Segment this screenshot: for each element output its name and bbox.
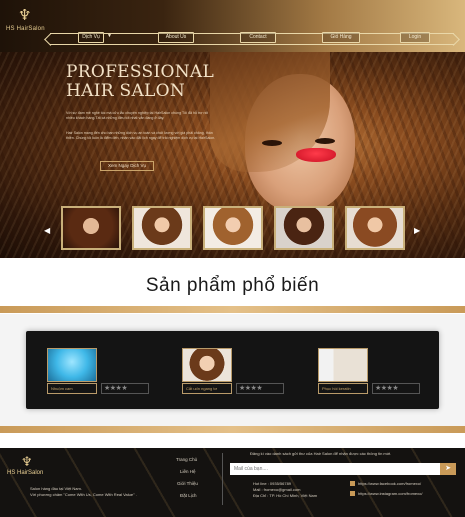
hero-model-lips (296, 148, 336, 162)
footer-logo-text: HS HairSalon (7, 470, 44, 476)
salon-logo-icon: ♆ (18, 6, 32, 24)
product-name: Cắt uốn ngang tơ (182, 383, 232, 394)
facebook-icon (350, 481, 355, 487)
email-input[interactable] (230, 463, 440, 475)
view-services-button[interactable]: Xem Ngay Dịch Vụ (100, 161, 154, 171)
send-icon[interactable]: ➤ (440, 463, 456, 475)
instagram-link[interactable]: https://www.instagram.com/fromexo/ (350, 491, 423, 497)
carousel-thumb-5[interactable] (345, 206, 405, 250)
section-title: Sản phẩm phổ biến (145, 275, 320, 296)
product-image (182, 348, 232, 382)
gold-band-bottom (0, 426, 465, 433)
product-image (47, 348, 97, 382)
carousel-thumb-3[interactable] (203, 206, 263, 250)
facebook-url: https://www.facebook.com/fromexo/ (358, 481, 422, 486)
product-image (318, 348, 368, 382)
hero-paragraph-2: Hair Salon mang đến cho bạn những dịch v… (66, 131, 216, 140)
subscribe-text: Đăng kí vào danh sách gửi thư của Hair S… (250, 451, 392, 456)
product-rating: ★★★★ (101, 383, 149, 394)
hero-paragraph-1: Với sự đam mê nghề tóc mà cửu lắc chuyên… (66, 111, 208, 120)
nav-about-us[interactable]: About Us (158, 32, 194, 43)
carousel-next-icon[interactable]: ▶ (414, 226, 420, 235)
footer-divider (222, 453, 223, 505)
carousel-thumb-1[interactable] (61, 206, 121, 250)
product-card-2[interactable]: Cắt uốn ngang tơ ★★★★ (182, 348, 294, 396)
footer-tagline-1: Salon hàng đầu tại Việt Nam. (30, 486, 82, 491)
product-rating: ★★★★ (236, 383, 284, 394)
carousel-prev-icon[interactable]: ◀ (44, 226, 50, 235)
footer-logo-icon: ♆ (21, 455, 33, 470)
salon-logo[interactable]: ♆ HS HairSalon (6, 6, 46, 40)
carousel-thumb-4[interactable] (274, 206, 334, 250)
footer-link-home[interactable]: Trang Chủ (176, 457, 197, 462)
footer-link-about[interactable]: Giới Thiệu (177, 481, 198, 486)
product-card-1[interactable]: Nhuộm cam ★★★★ (47, 348, 159, 396)
instagram-icon (350, 491, 355, 497)
footer-tagline-2: Với phương châm "Come With Us, Come With… (30, 492, 137, 497)
thumb-image (347, 208, 403, 248)
carousel-thumb-2[interactable] (132, 206, 192, 250)
nav-dich-vu[interactable]: Dịch Vụ (78, 32, 104, 43)
nav-cart[interactable]: Giỏ Hàng (322, 32, 360, 43)
footer-logo[interactable]: ♆ HS HairSalon (7, 455, 43, 476)
thumb-image (63, 208, 119, 248)
facebook-link[interactable]: https://www.facebook.com/fromexo/ (350, 481, 422, 487)
nav-login[interactable]: Login (400, 32, 430, 43)
hero-title: PROFESSIONAL HAIR SALON (66, 63, 246, 101)
hero-title-line2: HAIR SALON (66, 81, 186, 101)
product-card-3[interactable]: Phục hồi keratin ★★★★ (318, 348, 430, 396)
product-name: Phục hồi keratin (318, 383, 368, 394)
product-rating: ★★★★ (372, 383, 420, 394)
hero-title-line1: PROFESSIONAL (66, 62, 215, 82)
footer-hotline: Hot line : 0935/56789 (253, 481, 292, 486)
site-header: ♆ HS HairSalon Dịch Vụ ▼ About Us Contac… (0, 0, 465, 52)
footer-address: Địa Chỉ : TP. Hồ Chí Minh, Việt Nam (253, 493, 318, 498)
nav-contact[interactable]: Contact (240, 32, 276, 43)
thumb-image (134, 208, 190, 248)
gold-band-top (0, 306, 465, 313)
thumb-image (276, 208, 332, 248)
hero-eye-left (262, 140, 282, 146)
footer-link-contact[interactable]: Liên Hệ (180, 469, 196, 474)
logo-text: HS HairSalon (6, 26, 45, 32)
chevron-down-icon[interactable]: ▼ (107, 33, 112, 39)
hero-eye-right (315, 138, 335, 144)
footer-link-booking[interactable]: Đặt Lịch (180, 493, 197, 498)
product-name: Nhuộm cam (47, 383, 97, 394)
instagram-url: https://www.instagram.com/fromexo/ (358, 491, 423, 496)
footer-mail: Mail : fromexo@gmail.com (253, 487, 301, 492)
thumb-image (205, 208, 261, 248)
